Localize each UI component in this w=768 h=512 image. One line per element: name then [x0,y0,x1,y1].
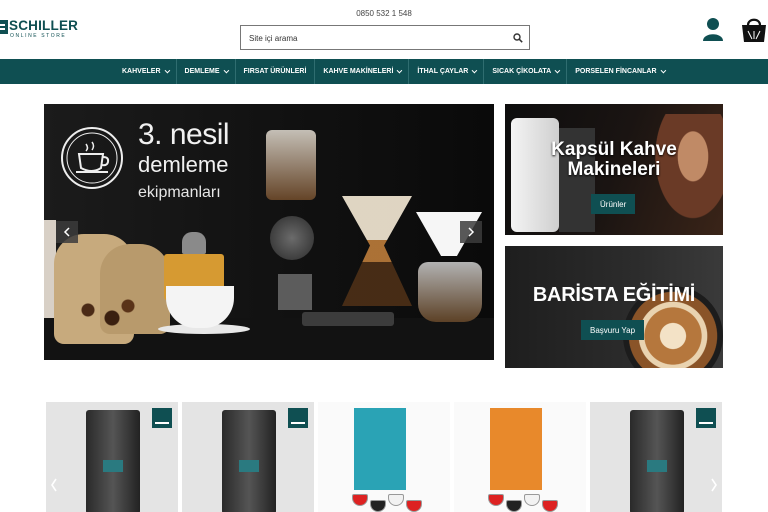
page: SCHILLER ONLINE STORE 0850 532 1 548 KAH… [0,0,768,512]
hero-headline-3: ekipmanları [138,184,221,201]
coffee-cup-sign-icon [61,127,123,189]
capsule-image [542,500,558,512]
nav-item[interactable]: KAHVE MAKİNELERİ [315,59,410,84]
chemex-image [342,196,412,306]
grinder-top-image [182,232,206,254]
site-logo[interactable]: SCHILLER ONLINE STORE [0,18,84,41]
chevron-down-icon [223,67,229,73]
capsule-image [488,494,504,506]
carousel-prev-button[interactable] [47,472,61,498]
phone-number: 0850 532 1 548 [356,9,412,18]
chevron-right-icon [711,478,717,492]
capsule-image [506,500,522,512]
barista-banner-title: BARİSTA EĞİTİMİ [532,284,696,306]
brand-badge-icon [152,408,172,428]
chevron-down-icon [554,67,561,73]
nav-item-label: DEMLEME [184,68,220,75]
capsule-machines-banner[interactable]: Kapsül Kahve Makineleri Ürünler [505,104,723,235]
bag-label [239,460,259,472]
capsule-box-image [490,408,542,490]
logo-mark [0,20,8,34]
barista-training-banner[interactable]: BARİSTA EĞİTİMİ Başvuru Yap [505,246,723,368]
bag-label [647,460,667,472]
chevron-right-icon [468,227,475,237]
nav-items: KAHVELER DEMLEME FIRSAT ÜRÜNLERİ KAHVE MAKİ… [114,59,672,84]
main-nav: KAHVELER DEMLEME FIRSAT ÜRÜNLERİ KAHVE MAKİ… [0,59,768,84]
capsule-box-image [354,408,406,490]
search-box [240,25,530,50]
nav-item[interactable]: KAHVELER [114,59,177,84]
capsule-image [370,500,386,512]
nav-item[interactable]: İTHAL ÇAYLAR [409,59,485,84]
hero-headline-2: demleme [138,152,229,177]
nav-item[interactable]: DEMLEME [177,59,236,84]
chevron-down-icon [164,67,170,73]
server-image [418,262,482,322]
capsule-image [406,500,422,512]
siphon-base-image [278,274,312,310]
chevron-left-icon [51,478,57,492]
product-carousel [46,402,722,512]
nav-item-label: İTHAL ÇAYLAR [417,68,469,75]
capsule-image [524,494,540,506]
nav-item-label: PORSELEN FİNCANLAR [575,68,657,75]
nav-item-label: KAHVELER [122,68,161,75]
coffee-beans-image [64,294,144,334]
hero-next-button[interactable] [460,221,482,243]
scale-image [302,312,394,326]
bag-label [103,460,123,472]
capsule-image [388,494,404,506]
hero-prev-button[interactable] [56,221,78,243]
product-card[interactable] [590,402,722,512]
user-icon[interactable] [702,17,724,41]
hero-headline-1: 3. nesil [138,118,230,151]
product-card[interactable] [182,402,314,512]
nav-item-label: FIRSAT ÜRÜNLERİ [243,68,307,75]
search-icon[interactable] [513,33,523,43]
chevron-down-icon [471,67,478,73]
capsule-image [352,494,368,506]
carousel-next-button[interactable] [707,472,721,498]
product-card[interactable] [46,402,178,512]
nav-item-label: SICAK ÇİKOLATA [492,68,552,75]
brand-badge-icon [696,408,716,428]
nav-item[interactable]: FIRSAT ÜRÜNLERİ [236,59,316,84]
product-card[interactable] [454,402,586,512]
brand-badge-icon [288,408,308,428]
siphon-bulb-image [270,216,314,260]
apply-button[interactable]: Başvuru Yap [581,320,645,340]
chevron-down-icon [396,67,403,73]
chevron-down-icon [660,67,666,73]
product-card[interactable] [318,402,450,512]
hero-banner[interactable]: 3. nesil demleme ekipmanları [44,104,494,360]
nav-item-label: KAHVE MAKİNELERİ [323,68,394,75]
capsule-banner-title: Kapsül Kahve Makineleri [551,139,677,180]
products-button[interactable]: Ürünler [591,194,636,214]
nav-item[interactable]: PORSELEN FİNCANLAR [567,59,671,84]
siphon-top-image [266,130,316,200]
search-input[interactable] [249,31,499,45]
logo-subtitle: ONLINE STORE [10,33,67,39]
chevron-left-icon [63,227,70,237]
logo-brand: SCHILLER [9,18,79,33]
nav-item[interactable]: SICAK ÇİKOLATA [484,59,568,84]
shopping-bag-icon[interactable] [740,15,768,43]
